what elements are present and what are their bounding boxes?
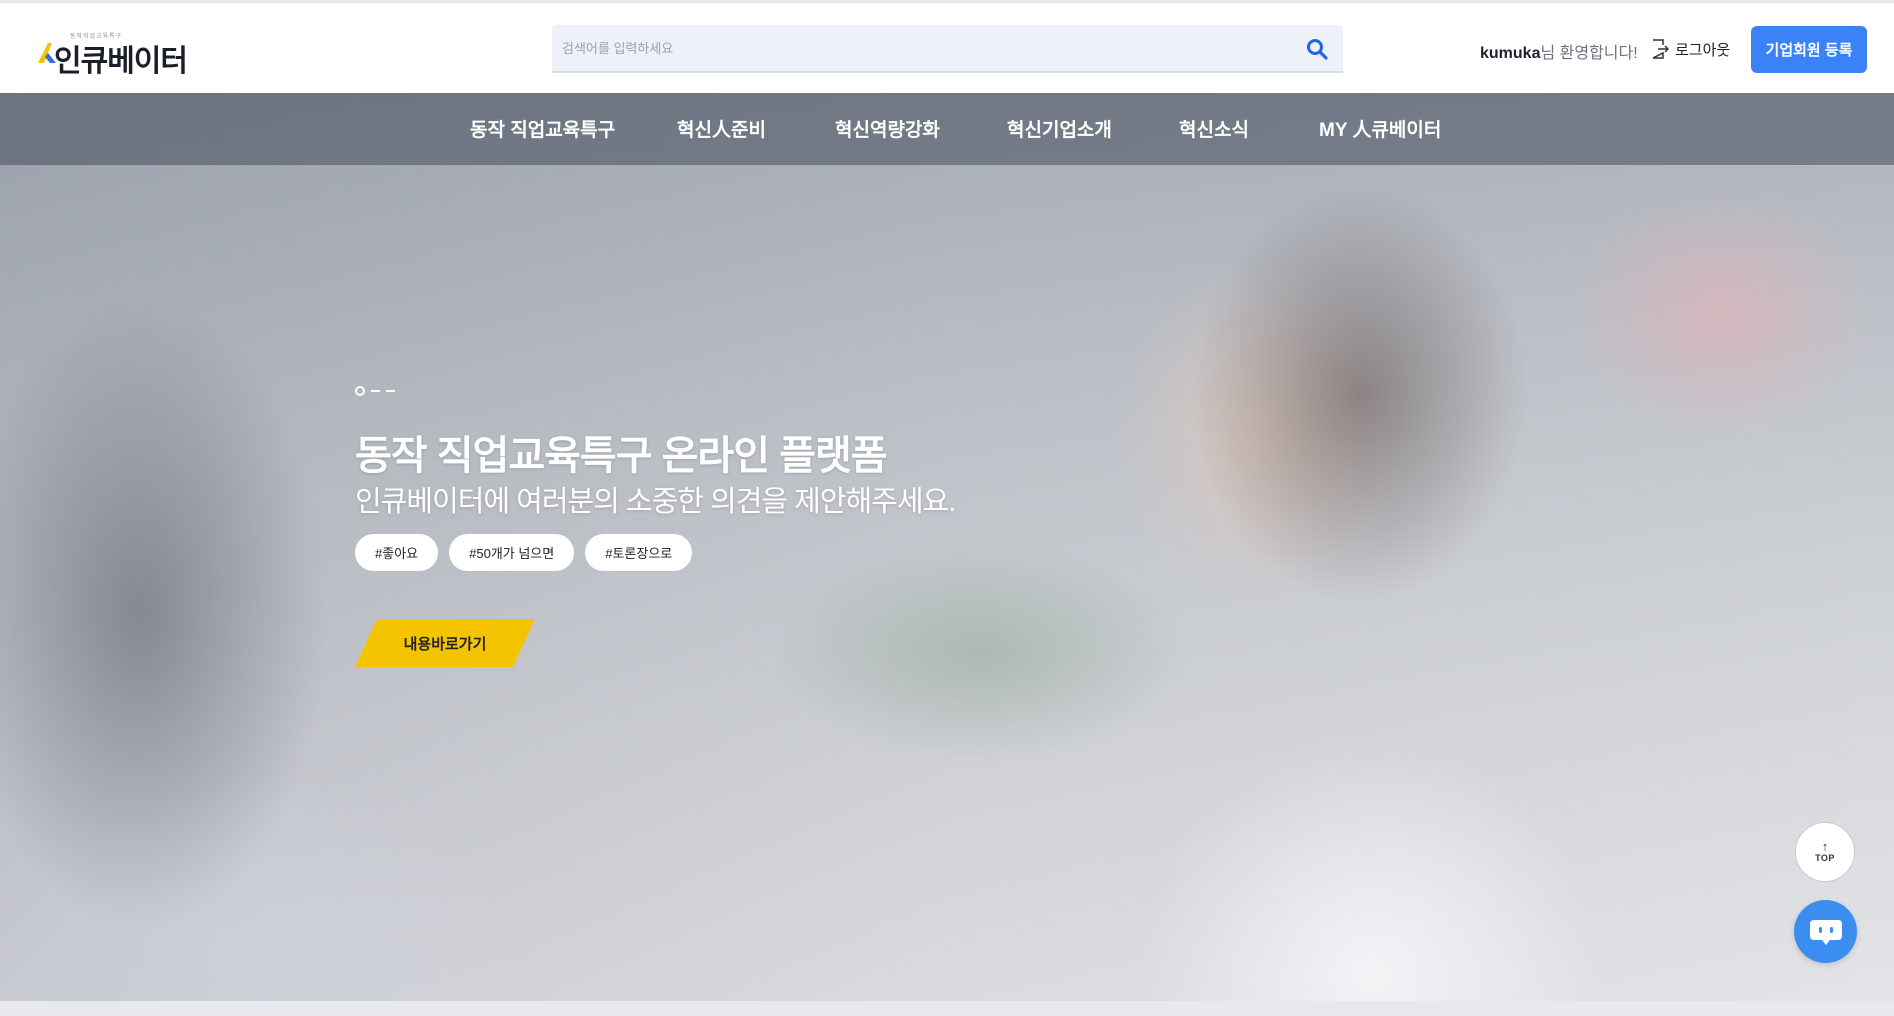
chatbot-button[interactable] [1794,900,1857,963]
search-box [552,25,1343,73]
welcome-suffix: 님 환영합니다! [1540,45,1638,62]
main-nav: 동작 직업교육특구 혁신人준비 혁신역량강화 혁신기업소개 혁신소식 MY 人큐… [0,93,1894,165]
slide-dot[interactable] [386,390,395,392]
logout-label: 로그아웃 [1675,41,1731,59]
nav-item-capacity[interactable]: 혁신역량강화 [835,115,940,142]
hero-overlay [0,93,1894,1001]
chatbot-icon [1809,919,1842,945]
top-label: TOP [1815,853,1835,863]
arrow-up-icon: ↑ [1821,839,1829,854]
logout-icon [1652,39,1669,59]
scroll-top-button[interactable]: ↑ TOP [1795,822,1855,882]
hero-title: 동작 직업교육특구 온라인 플랫폼 [355,434,888,478]
nav-item-special-zone[interactable]: 동작 직업교육특구 [470,115,615,142]
hero-subtitle: 인큐베이터에 여러분의 소중한 의견을 제안해주세요. [355,486,956,518]
slide-dot-active[interactable] [355,386,365,396]
hero-banner: 동작 직업교육특구 혁신人준비 혁신역량강화 혁신기업소개 혁신소식 MY 人큐… [0,93,1894,1001]
nav-item-my[interactable]: MY 人큐베이터 [1319,115,1441,142]
search-icon[interactable] [1305,37,1329,61]
site-header: 동작직업교육특구 인큐베이터 kumuka님 환영합니다! 로그아웃 기업회원 … [0,0,1894,93]
nav-item-news[interactable]: 혁신소식 [1179,115,1249,142]
username: kumuka [1480,45,1541,62]
hashtag-item[interactable]: #토론장으로 [585,534,693,571]
search-input[interactable] [562,25,1282,71]
cta-label: 내용바로가기 [403,635,487,653]
welcome-message: kumuka님 환영합니다! [1480,39,1638,63]
slide-dot[interactable] [371,390,380,392]
page-bottom-strip [0,1001,1894,1016]
nav-item-companies[interactable]: 혁신기업소개 [1007,115,1112,142]
cta-button[interactable]: 내용바로가기 [355,619,535,667]
hashtag-item[interactable]: #좋아요 [355,534,439,571]
logo-text: 인큐베이터 [54,45,188,78]
hashtag-item[interactable]: #50개가 넘으면 [449,534,575,571]
hashtag-list: #좋아요 #50개가 넘으면 #토론장으로 [355,534,693,571]
site-logo[interactable]: 동작직업교육특구 인큐베이터 [36,29,188,78]
slide-indicator [355,385,395,397]
corp-register-button[interactable]: 기업회원 등록 [1751,26,1867,73]
nav-item-preparation[interactable]: 혁신人준비 [677,115,766,142]
logout-button[interactable]: 로그아웃 [1651,37,1730,61]
